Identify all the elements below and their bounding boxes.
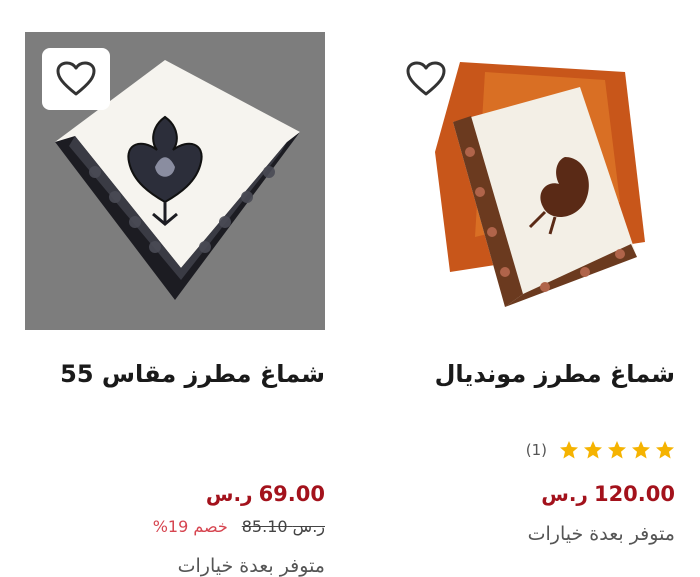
product-title[interactable]: شماغ مطرز مونديال (375, 360, 675, 388)
availability-text: متوفر بعدة خيارات (527, 523, 675, 545)
price-value: 120.00 (593, 482, 675, 506)
wishlist-button[interactable] (392, 48, 460, 110)
product-image[interactable] (375, 32, 675, 330)
heart-icon (406, 61, 446, 96)
product-price: ر.س 120.00 (541, 482, 675, 506)
star-icon (584, 441, 602, 459)
star-icon (656, 441, 674, 459)
product-price: ر.س 69.00 (206, 482, 325, 506)
wishlist-button[interactable] (42, 48, 110, 110)
rating: (1) (526, 440, 675, 460)
riyal-icon: ر.س (205, 482, 253, 506)
product-title[interactable]: شماغ مطرز مقاس 55 (25, 360, 325, 388)
star-icon (608, 441, 626, 459)
product-image[interactable] (25, 32, 325, 330)
old-price-currency: ر.س (292, 517, 325, 536)
rating-count: (1) (525, 441, 547, 459)
riyal-icon: ر.س (541, 482, 588, 506)
star-icon (560, 441, 578, 459)
availability-text: متوفر بعدة خيارات (177, 555, 325, 577)
heart-icon (56, 61, 96, 96)
price-value: 69.00 (258, 482, 325, 506)
old-price-value: 85.10 (241, 517, 288, 536)
old-price: ر.س 85.10 (242, 517, 325, 536)
discount-row: خصم 19% ر.س 85.10 (153, 517, 325, 536)
discount-badge: خصم 19% (152, 517, 228, 536)
star-icon (632, 441, 650, 459)
